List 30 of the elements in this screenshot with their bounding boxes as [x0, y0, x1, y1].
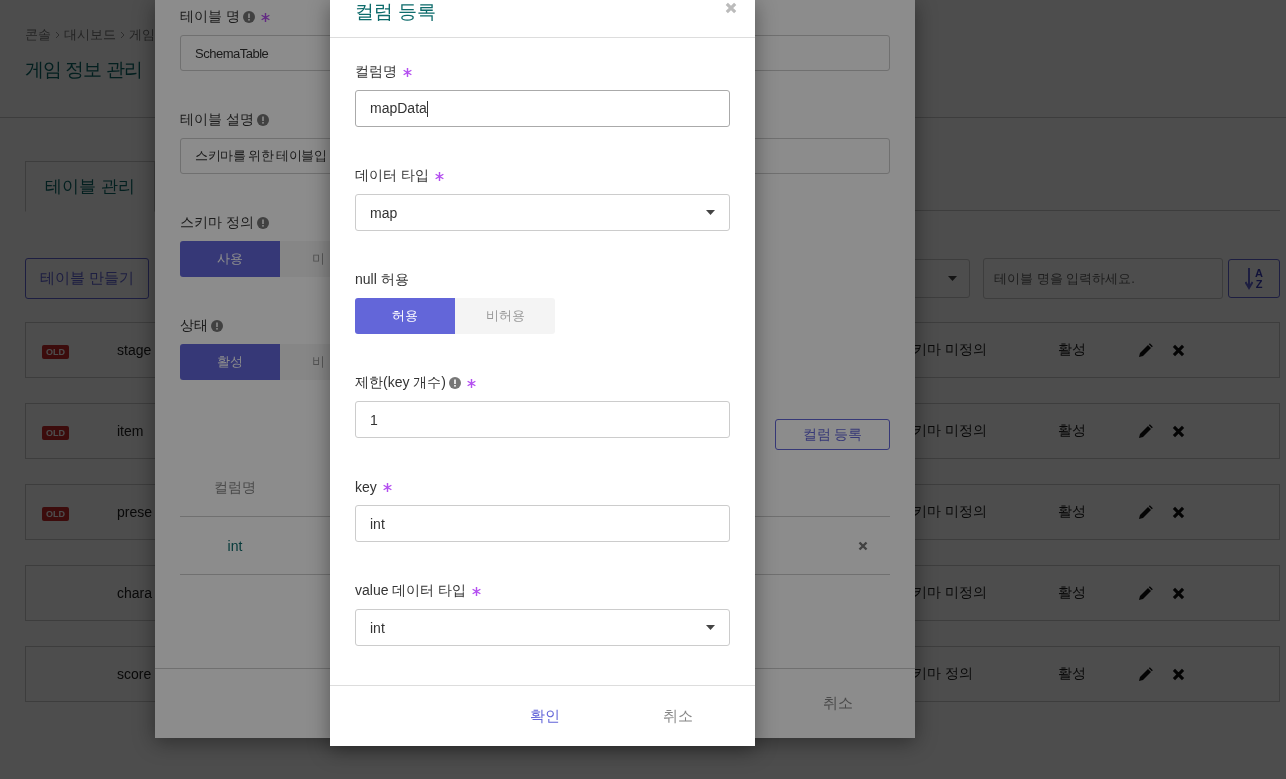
table-name: prese [117, 504, 153, 520]
field-label: 컬럼명 [355, 63, 397, 82]
table-status: 활성 [1058, 503, 1086, 521]
field-label: value 데이터 타입 [355, 582, 467, 601]
table-name: stage [117, 342, 152, 358]
table-status: 활성 [1058, 422, 1086, 440]
table-name: score [117, 666, 152, 682]
table-cell-text: int [226, 537, 244, 554]
field-label: 테이블 설명 [180, 111, 254, 129]
table-status: 활성 [1058, 584, 1086, 602]
field-label: 스키마 정의 [180, 214, 254, 232]
old-badge: OLD [42, 345, 69, 359]
schema-status: 키마 미정의 [913, 422, 987, 440]
field-label: 상태 [180, 317, 208, 335]
field-label: 테이블 명 [180, 8, 240, 26]
table-status: 활성 [1058, 341, 1086, 359]
table-name: item [117, 423, 144, 439]
schema-status: 키마 미정의 [913, 341, 987, 359]
dialog-title: 컬럼 등록 [355, 0, 437, 24]
field-label: key [355, 479, 377, 496]
old-badge: OLD [42, 507, 69, 521]
schema-status: 키마 정의 [913, 665, 973, 683]
page-title: 게임 정보 관리 [25, 58, 142, 82]
table-status: 활성 [1058, 665, 1086, 683]
schema-status: 키마 미정의 [913, 503, 987, 521]
old-badge: OLD [42, 426, 69, 440]
field-label: 데이터 타입 [355, 167, 429, 186]
table-name: chara [117, 585, 153, 601]
schema-status: 키마 미정의 [913, 584, 987, 602]
column-header: 컬럼명 [213, 478, 257, 497]
